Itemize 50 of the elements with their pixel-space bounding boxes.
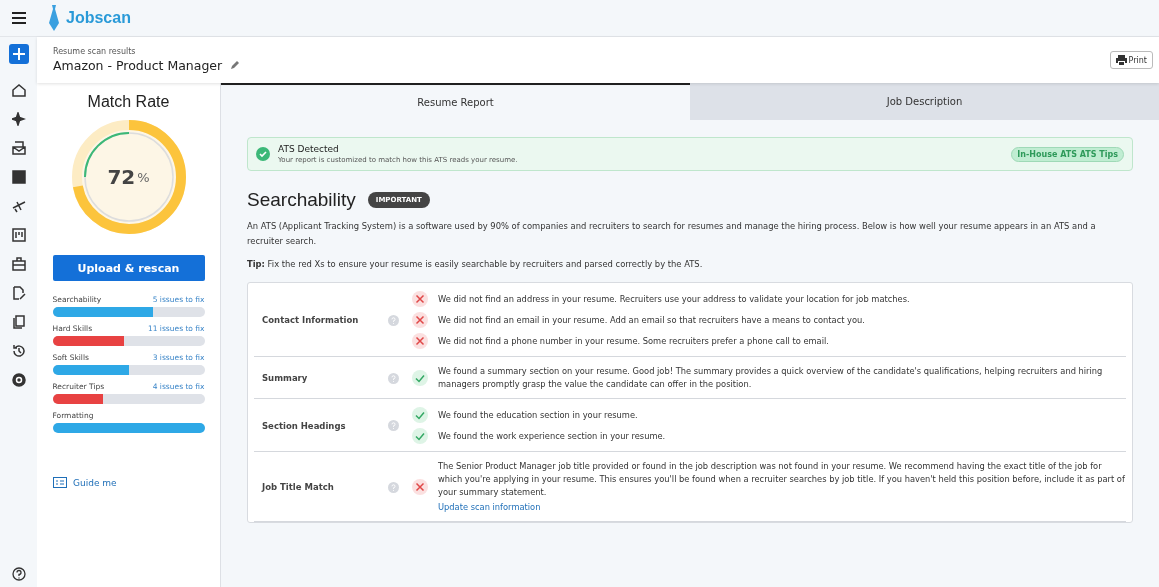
pencil-icon[interactable] [230,61,240,70]
breadcrumb-caption: Resume scan results [53,47,137,56]
tie-logo-icon [48,5,60,31]
checklist-icon [53,477,67,488]
scan-title: Amazon - Product Manager [53,58,223,73]
check-label: Job Title Match [260,482,335,492]
section-title: Searchability [247,189,356,211]
ats-title: ATS Detected [278,144,340,154]
intro-paragraph: An ATS (Applicant Tracking System) is a software used by 90% of companies and recruiters to search for resumes and manage the hiring process. Below is how well your resume appears in an ATS and a recruiter search. [247,220,1097,248]
cross-icon [412,312,428,328]
ats-tips-tag[interactable]: In-House ATS ATS Tips [1011,146,1124,162]
check-icon [412,407,428,423]
add-button[interactable] [8,44,29,64]
update-scan-link[interactable]: Update scan information [438,501,541,514]
board-icon[interactable] [11,228,26,242]
check-message: We did not find an email in your resume. Add an email so that recruiters have a means to contact you. [438,313,865,327]
printer-icon [1115,55,1127,65]
match-rate-title: Match Rate [87,93,170,111]
check-circle-icon [256,147,270,161]
check-label: Contact Information [261,315,360,325]
check-message: The Senior Product Manager job title provided or found in the job description was not found in your resume. We recommend having the exact title of the job for which you're applying in your resume. This ensures you'll be found when a recruiter searches by job title. If you haven't held this position before, include it as part of your summary statement. [438,460,1126,499]
check-label: Section Headings [261,420,347,431]
check-message: We found the work experience section in your resume. [438,429,666,443]
check-message: We did not find an address in your resume. Recruiters use your address to validate your location for job matches. [438,292,910,306]
brand-name: Jobscan [66,9,131,27]
mail-icon[interactable] [11,141,26,155]
sparkle-icon[interactable] [11,112,26,126]
cross-icon [412,333,428,349]
check-message: We found the education section in your resume. [438,408,638,422]
help-icon[interactable] [11,567,26,581]
check-icon [412,428,428,444]
tab[interactable]: Job Description [690,83,1159,120]
copy-icon[interactable] [11,315,26,329]
percent-sign: % [137,169,150,185]
cross-icon [412,291,428,307]
history-icon[interactable] [11,344,26,358]
cross-icon [412,479,428,495]
guide-me-link[interactable]: Guide me [53,477,117,488]
home-icon[interactable] [11,83,26,97]
menu-icon[interactable] [12,12,26,24]
check-icon [412,370,428,386]
briefcase-icon[interactable] [11,257,26,271]
check-label: Summary [261,373,309,383]
print-button[interactable]: Print [1109,51,1153,69]
tip-paragraph: Tip: Fix the red Xs to ensure your resume is easily searchable by recruiters and parsed correctly by the ATS. [247,258,704,271]
check-message: We did not find a phone number in your resume. Some recruiters prefer a phone call to email. [438,334,829,348]
edit-icon[interactable] [11,286,26,300]
check-message: We found a summary section on your resume. Good job! The summary provides a quick overview of the candidate's qualifications, helping recruiters and hiring managers promptly grasp the value the candidate can offer in the position. [438,365,1104,391]
upload-rescan-button[interactable]: Upload & rescan [52,255,205,281]
match-rate-value: 72 [107,165,136,189]
